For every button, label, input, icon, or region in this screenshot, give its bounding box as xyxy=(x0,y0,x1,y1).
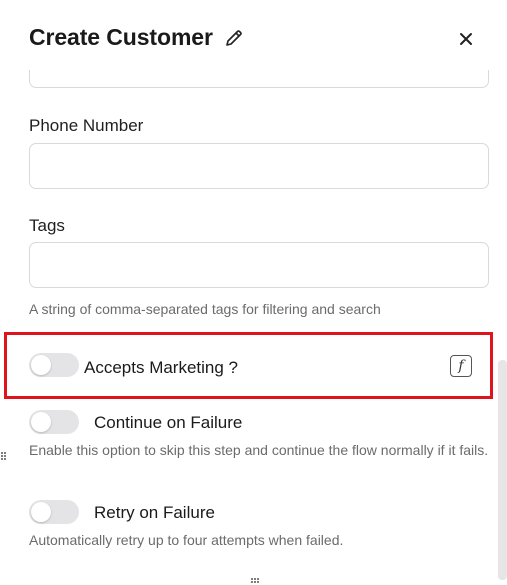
toggle-knob xyxy=(31,502,51,522)
accepts-marketing-label: Accepts Marketing ? xyxy=(84,358,239,377)
panel-header: Create Customer xyxy=(0,0,507,75)
pencil-icon[interactable] xyxy=(223,27,245,49)
create-customer-panel: Create Customer Phone Number Tags A stri… xyxy=(0,0,507,585)
resize-handle-bottom[interactable] xyxy=(251,578,267,585)
form-scroll-area[interactable]: Phone Number Tags A string of comma-sepa… xyxy=(0,70,507,585)
continue-on-failure-label: Continue on Failure xyxy=(94,413,243,432)
previous-field-input[interactable] xyxy=(29,70,489,88)
title-wrap: Create Customer xyxy=(29,24,245,51)
toggle-knob xyxy=(31,355,51,375)
close-icon[interactable] xyxy=(452,25,480,53)
phone-number-input[interactable] xyxy=(30,144,488,188)
formula-icon[interactable]: f xyxy=(450,355,472,377)
resize-handle-left[interactable] xyxy=(1,452,7,466)
tags-field[interactable] xyxy=(29,242,489,288)
tags-label: Tags xyxy=(29,216,65,235)
toggle-knob xyxy=(31,412,51,432)
phone-number-label: Phone Number xyxy=(29,116,144,135)
tags-input[interactable] xyxy=(30,243,488,287)
tags-hint: A string of comma-separated tags for fil… xyxy=(29,301,381,317)
phone-number-field[interactable] xyxy=(29,143,489,189)
continue-on-failure-toggle[interactable] xyxy=(29,410,79,434)
accepts-marketing-toggle[interactable] xyxy=(29,353,79,377)
panel-title: Create Customer xyxy=(29,24,213,50)
retry-on-failure-hint: Automatically retry up to four attempts … xyxy=(29,532,344,548)
retry-on-failure-label: Retry on Failure xyxy=(94,503,215,522)
scrollbar-thumb[interactable] xyxy=(498,360,507,580)
retry-on-failure-toggle[interactable] xyxy=(29,500,79,524)
continue-on-failure-hint: Enable this option to skip this step and… xyxy=(29,442,489,458)
